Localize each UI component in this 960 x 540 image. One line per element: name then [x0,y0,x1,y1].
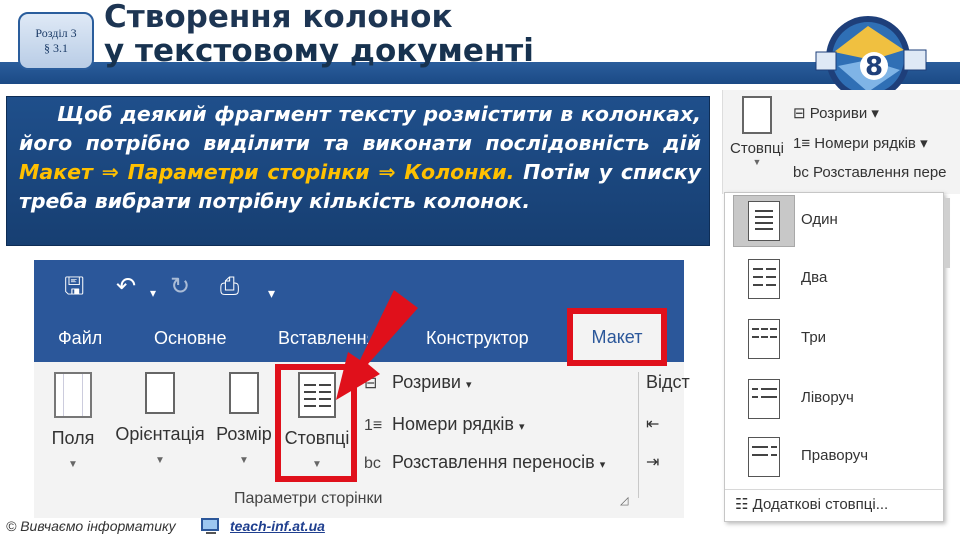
info-page-params: Параметри сторінки [127,160,370,184]
columns-icon [742,96,772,134]
page-title: Створення колонок у текстовому документі [104,0,534,68]
red-pointer-arrow-icon [336,290,418,400]
scrollbar[interactable] [944,198,950,268]
indent-right-icon[interactable]: ⇥ [646,452,659,472]
tab-home[interactable]: Основне [154,328,226,349]
redo-icon[interactable]: ↻ [170,272,190,302]
line-numbers-icon: 1≡ [364,417,383,434]
info-text: Щоб деякий фрагмент тексту розмістити в … [19,100,701,216]
footer-copyright: © Вивчаємо інформатику [6,518,176,534]
left-column-icon [748,379,780,419]
columns-button-small[interactable]: Стовпці ▼ [729,96,785,167]
orientation-icon [145,372,175,414]
margins-icon [54,372,92,418]
hyphenation-label-small: Розставлення пере [813,164,947,181]
hyphenation-icon: bc [364,455,381,472]
chevron-down-icon: ▼ [68,459,78,470]
selected-option-highlight [733,195,795,247]
right-column-icon [748,437,780,477]
line-numbers-label: Номери рядків [392,414,514,434]
undo-icon[interactable]: ↶ [116,272,136,302]
info-maket: Макет [19,160,93,184]
more-columns-label: Додаткові стовпці... [752,496,889,513]
hyphenation-label: Розставлення переносів [392,452,595,472]
print-preview-icon[interactable]: ⎙ [220,272,239,302]
dialog-launcher-icon[interactable]: ◿ [620,494,628,507]
info-arrow-2: ⇒ [369,160,405,184]
option-label: Один [801,211,838,228]
title-line-1: Створення колонок [104,0,453,35]
orientation-button[interactable]: Орієнтація ▼ [112,372,208,466]
chevron-down-icon: ▾ [518,421,525,433]
save-icon[interactable]: 🖫 [64,272,84,302]
size-label: Розмір [216,424,272,444]
orientation-label: Орієнтація [115,424,205,444]
tab-design[interactable]: Конструктор [426,328,529,349]
footer-site-link[interactable]: teach-inf.at.ua [230,518,325,534]
tab-file[interactable]: Файл [58,328,102,349]
more-columns-item[interactable]: ☷ Додаткові стовпці... [735,495,888,513]
info-part-1: Щоб деякий фрагмент тексту розмістити в … [19,102,701,155]
option-label: Три [801,329,827,346]
section-badge: Розділ 3 § 3.1 [18,12,94,70]
spacing-label: Відст [646,372,690,392]
chevron-down-icon: ▼ [752,157,762,167]
columns-option-left[interactable]: Ліворуч [729,371,939,427]
hyphenation-button[interactable]: bc Розставлення переносів ▾ [364,452,605,473]
info-columns: Колонки. [404,160,515,184]
columns-option-three[interactable]: Три [729,311,939,367]
line-numbers-label-small: Номери рядків [814,135,916,152]
hyphenation-button-small[interactable]: bc Розставлення пере [793,164,959,181]
tab-layout[interactable]: Макет [573,314,661,360]
site-logo-icon [201,518,219,534]
margins-button[interactable]: Поля ▼ [38,372,108,470]
indent-left-icon[interactable]: ⇤ [646,414,659,434]
columns-ribbon-fragment: Стовпці ▼ ⊟ Розриви ▾ 1≡ Номери рядків ▾… [722,90,960,194]
option-label: Ліворуч [801,389,854,406]
line-numbers-button-small[interactable]: 1≡ Номери рядків ▾ [793,134,928,152]
chevron-down-icon: ▾ [465,379,472,391]
size-icon [229,372,259,414]
breaks-label-small: Розриви [809,105,868,122]
two-columns-icon [748,259,780,299]
title-line-2: у текстовому документі [104,33,534,69]
customize-qat-icon[interactable]: ▾ [268,278,275,308]
chevron-down-icon: ▾ [599,459,606,471]
group-divider [638,372,639,498]
breaks-button-small[interactable]: ⊟ Розриви ▾ [793,104,879,122]
three-columns-icon [748,319,780,359]
paragraph-number: § 3.1 [44,41,68,55]
columns-dropdown-menu: Один Два Три Ліворуч Праворуч ☷ Додатков… [724,192,944,522]
grade-number: 8 [865,52,883,82]
size-button[interactable]: Розмір ▼ [212,372,276,466]
section-number: Розділ 3 [35,26,77,40]
columns-label-small: Стовпці [730,140,784,157]
option-label: Праворуч [801,447,869,464]
columns-option-right[interactable]: Праворуч [729,429,939,485]
columns-option-two[interactable]: Два [729,251,939,307]
grade-globe-logo: 8 [815,16,927,100]
line-numbers-button[interactable]: 1≡ Номери рядків ▾ [364,414,525,435]
menu-divider [725,489,943,490]
info-box: Щоб деякий фрагмент тексту розмістити в … [6,96,710,246]
page-setup-group-label: Параметри сторінки [234,490,383,507]
undo-dropdown-icon[interactable]: ▾ [150,278,156,308]
chevron-down-icon: ▼ [239,455,249,466]
margins-label: Поля [51,428,95,448]
columns-option-one[interactable]: Один [729,193,939,249]
chevron-down-icon: ▼ [155,455,165,466]
info-arrow-1: ⇒ [92,160,128,184]
one-column-icon [748,201,780,241]
more-columns-icon: ☷ [735,496,749,513]
option-label: Два [801,269,828,286]
